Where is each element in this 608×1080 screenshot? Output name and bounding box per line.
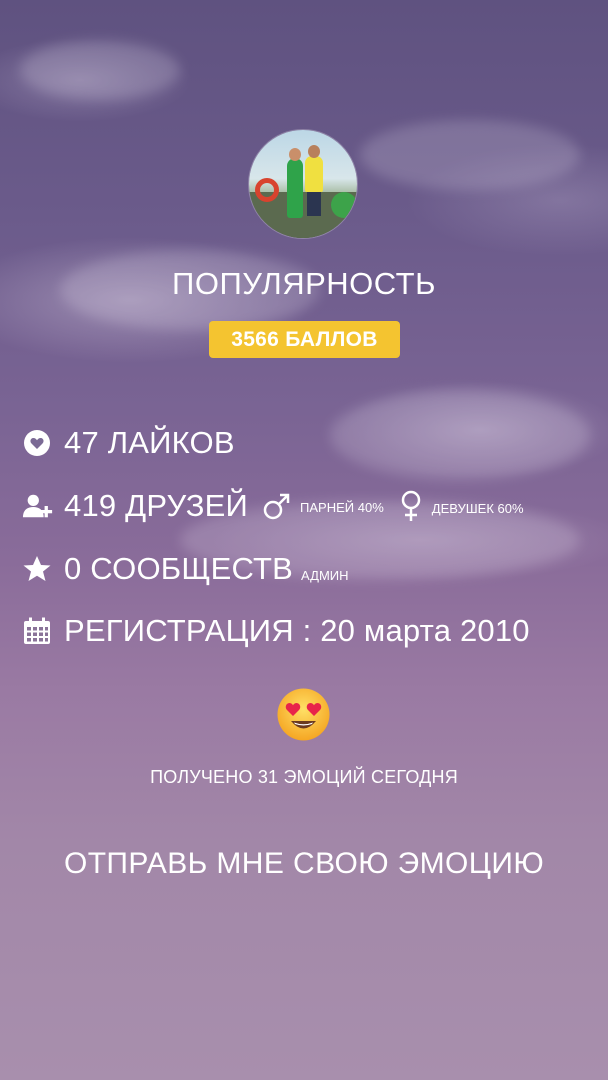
score-badge: 3566 БАЛЛОВ <box>209 321 400 358</box>
friends-row[interactable]: 419 ДРУЗЕЙ ПАРНЕЙ 40% ДЕВУШЕК 60% <box>22 486 524 526</box>
female-stat: ДЕВУШЕК 60% <box>394 490 524 522</box>
calendar-icon <box>22 615 54 647</box>
communities-row[interactable]: 0 СООБЩЕСТВ АДМИН <box>22 549 349 589</box>
emotions-received: ПОЛУЧЕНО 31 ЭМОЦИЙ СЕГОДНЯ <box>150 767 458 787</box>
likes-count: 47 ЛАЙКОВ <box>64 425 235 460</box>
background-foam <box>360 120 580 190</box>
male-percent: ПАРНЕЙ 40% <box>300 500 384 515</box>
send-emotion-button[interactable]: ОТПРАВЬ МНЕ СВОЮ ЭМОЦИЮ <box>0 847 608 881</box>
male-icon <box>263 493 290 520</box>
male-stat: ПАРНЕЙ 40% <box>258 491 384 521</box>
friends-count: 419 ДРУЗЕЙ <box>64 488 249 523</box>
background-foam <box>330 390 590 480</box>
heart-icon <box>22 427 54 459</box>
registration-row: РЕГИСТРАЦИЯ : 20 марта 2010 <box>22 611 530 651</box>
communities-count: 0 СООБЩЕСТВ <box>64 551 294 586</box>
background-foam <box>20 40 180 100</box>
popularity-title: ПОПУЛЯРНОСТЬ <box>172 266 436 301</box>
likes-row[interactable]: 47 ЛАЙКОВ <box>22 423 235 463</box>
admin-label: АДМИН <box>301 568 349 583</box>
star-icon <box>22 553 54 585</box>
heart-eyes-emoji[interactable] <box>276 687 331 742</box>
avatar[interactable] <box>249 130 357 238</box>
female-percent: ДЕВУШЕК 60% <box>431 501 524 516</box>
registration-date: РЕГИСТРАЦИЯ : 20 марта 2010 <box>64 613 530 648</box>
female-icon <box>401 490 421 521</box>
add-user-icon <box>22 490 54 522</box>
